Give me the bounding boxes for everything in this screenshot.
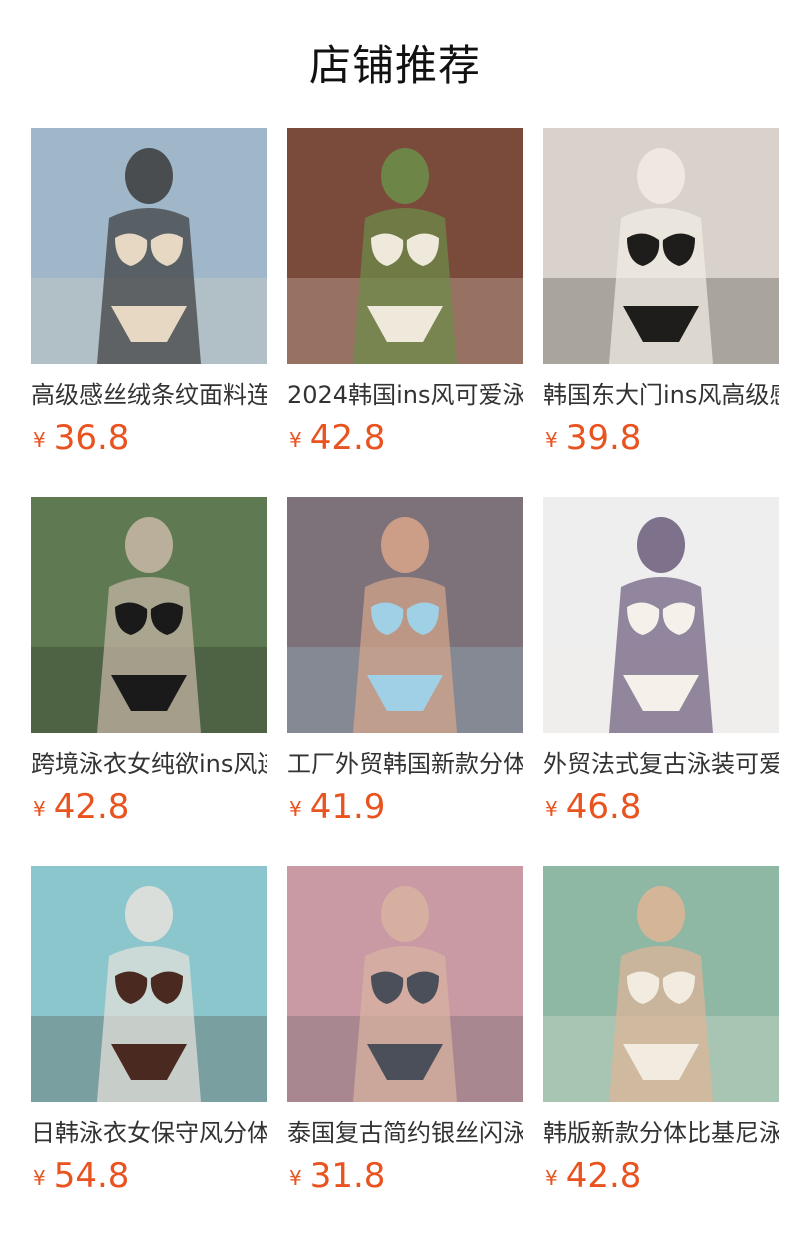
product-image[interactable] [543, 866, 779, 1102]
product-image[interactable] [543, 497, 779, 733]
product-grid: 高级感丝绒条纹面料连体泳衣 ¥36.8 2024韩国ins风可爱泳衣 ¥42.8… [31, 128, 779, 1235]
product-image[interactable] [31, 866, 267, 1102]
price-value: 54.8 [53, 1156, 130, 1196]
product-image[interactable] [543, 128, 779, 364]
product-price: ¥42.8 [33, 787, 129, 827]
product-image[interactable] [287, 497, 523, 733]
model-head [637, 886, 685, 942]
product-price: ¥42.8 [545, 1156, 641, 1196]
product-name[interactable]: 韩国东大门ins风高级感泳衣 [543, 378, 779, 412]
currency-symbol: ¥ [545, 1166, 558, 1190]
product-card[interactable]: 高级感丝绒条纹面料连体泳衣 ¥36.8 [31, 128, 267, 497]
product-name[interactable]: 跨境泳衣女纯欲ins风连体 [31, 747, 267, 781]
product-price: ¥36.8 [33, 418, 129, 458]
currency-symbol: ¥ [545, 797, 558, 821]
model-head [125, 886, 173, 942]
model-head [381, 517, 429, 573]
product-name[interactable]: 韩版新款分体比基尼泳衣 [543, 1116, 779, 1150]
product-name[interactable]: 2024韩国ins风可爱泳衣 [287, 378, 523, 412]
product-price: ¥54.8 [33, 1156, 129, 1196]
product-name[interactable]: 高级感丝绒条纹面料连体泳衣 [31, 378, 267, 412]
product-image[interactable] [287, 866, 523, 1102]
product-card[interactable]: 泰国复古简约银丝闪泳衣 ¥31.8 [287, 866, 523, 1235]
shop-recommend-page: 店铺推荐 高级感丝绒条纹面料连体泳衣 ¥36.8 2024韩国ins风可爱泳衣 … [0, 0, 790, 1236]
price-value: 42.8 [309, 418, 386, 458]
product-card[interactable]: 韩版新款分体比基尼泳衣 ¥42.8 [543, 866, 779, 1235]
product-name[interactable]: 日韩泳衣女保守风分体 [31, 1116, 267, 1150]
product-card[interactable]: 韩国东大门ins风高级感泳衣 ¥39.8 [543, 128, 779, 497]
model-head [381, 886, 429, 942]
product-card[interactable]: 外贸法式复古泳装可爱 ¥46.8 [543, 497, 779, 866]
model-head [637, 517, 685, 573]
product-name[interactable]: 泰国复古简约银丝闪泳衣 [287, 1116, 523, 1150]
section-title: 店铺推荐 [308, 41, 481, 90]
currency-symbol: ¥ [33, 797, 46, 821]
price-value: 36.8 [53, 418, 130, 458]
product-name[interactable]: 工厂外贸韩国新款分体泳衣 [287, 747, 523, 781]
price-value: 42.8 [565, 1156, 642, 1196]
price-value: 42.8 [53, 787, 130, 827]
price-value: 41.9 [309, 787, 386, 827]
product-card[interactable]: 工厂外贸韩国新款分体泳衣 ¥41.9 [287, 497, 523, 866]
currency-symbol: ¥ [289, 797, 302, 821]
currency-symbol: ¥ [289, 1166, 302, 1190]
product-image[interactable] [31, 128, 267, 364]
product-card[interactable]: 日韩泳衣女保守风分体 ¥54.8 [31, 866, 267, 1235]
currency-symbol: ¥ [33, 1166, 46, 1190]
product-price: ¥42.8 [289, 418, 385, 458]
product-card[interactable]: 跨境泳衣女纯欲ins风连体 ¥42.8 [31, 497, 267, 866]
currency-symbol: ¥ [33, 428, 46, 452]
product-price: ¥31.8 [289, 1156, 385, 1196]
product-image[interactable] [31, 497, 267, 733]
product-price: ¥41.9 [289, 787, 385, 827]
model-head [381, 148, 429, 204]
model-head [637, 148, 685, 204]
product-card[interactable]: 2024韩国ins风可爱泳衣 ¥42.8 [287, 128, 523, 497]
price-value: 39.8 [565, 418, 642, 458]
product-name[interactable]: 外贸法式复古泳装可爱 [543, 747, 779, 781]
model-head [125, 517, 173, 573]
price-value: 46.8 [565, 787, 642, 827]
product-price: ¥39.8 [545, 418, 641, 458]
product-price: ¥46.8 [545, 787, 641, 827]
currency-symbol: ¥ [545, 428, 558, 452]
product-image[interactable] [287, 128, 523, 364]
price-value: 31.8 [309, 1156, 386, 1196]
model-head [125, 148, 173, 204]
currency-symbol: ¥ [289, 428, 302, 452]
